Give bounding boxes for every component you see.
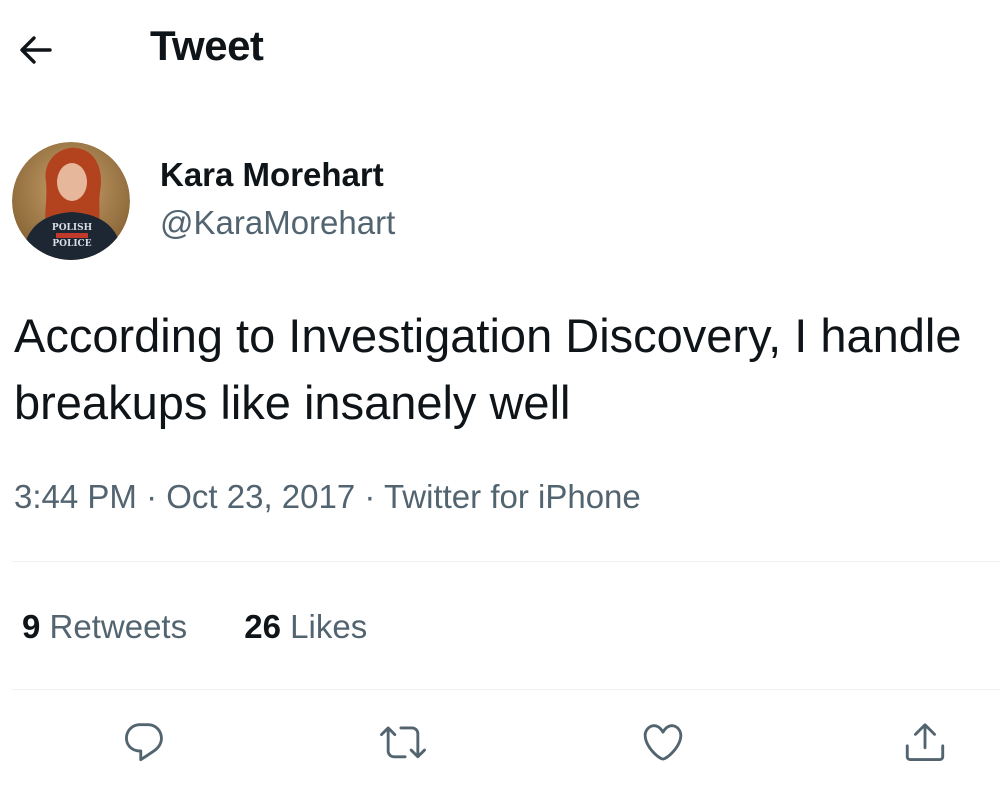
retweets-stat[interactable]: 9 Retweets: [22, 608, 187, 646]
retweet-icon: [380, 726, 426, 759]
tweet-metadata: 3:44 PM · Oct 23, 2017 · Twitter for iPh…: [14, 478, 641, 516]
tweet-stats: 9 Retweets 26 Likes: [22, 608, 415, 646]
reply-icon: [125, 723, 163, 762]
avatar[interactable]: POLISH POLICE: [12, 142, 130, 260]
tweet-date[interactable]: Oct 23, 2017: [166, 478, 355, 515]
heart-icon: [643, 724, 683, 761]
action-bar: [0, 712, 1000, 782]
shirt-text-bottom: POLICE: [52, 239, 91, 249]
page-title: Tweet: [150, 22, 264, 69]
top-bar: Tweet: [0, 0, 1000, 100]
back-button[interactable]: [14, 28, 58, 72]
tweet-time[interactable]: 3:44 PM: [14, 478, 137, 515]
likes-count: 26: [244, 608, 281, 645]
likes-stat[interactable]: 26 Likes: [244, 608, 367, 646]
tweet-source[interactable]: Twitter for iPhone: [384, 478, 641, 515]
author-name[interactable]: Kara Morehart: [160, 156, 384, 194]
share-button[interactable]: [895, 712, 955, 772]
arrow-left-icon: [20, 36, 52, 64]
retweets-label: Retweets: [49, 608, 188, 645]
profile-photo: POLISH POLICE: [12, 142, 130, 260]
shirt-text-top: POLISH: [52, 223, 93, 233]
meta-separator: ·: [364, 478, 376, 515]
divider: [12, 561, 1000, 562]
like-button[interactable]: [633, 712, 693, 772]
likes-label: Likes: [290, 608, 368, 645]
retweets-count: 9: [22, 608, 41, 645]
retweet-button[interactable]: [373, 712, 433, 772]
author-handle[interactable]: @KaraMorehart: [160, 204, 395, 242]
share-icon: [905, 723, 945, 762]
tweet-text: According to Investigation Discovery, I …: [14, 309, 962, 429]
reply-button[interactable]: [114, 712, 174, 772]
tweet-author: POLISH POLICE Kara Morehart @KaraMorehar…: [12, 142, 712, 262]
meta-separator: ·: [146, 478, 158, 515]
divider: [12, 689, 1000, 690]
